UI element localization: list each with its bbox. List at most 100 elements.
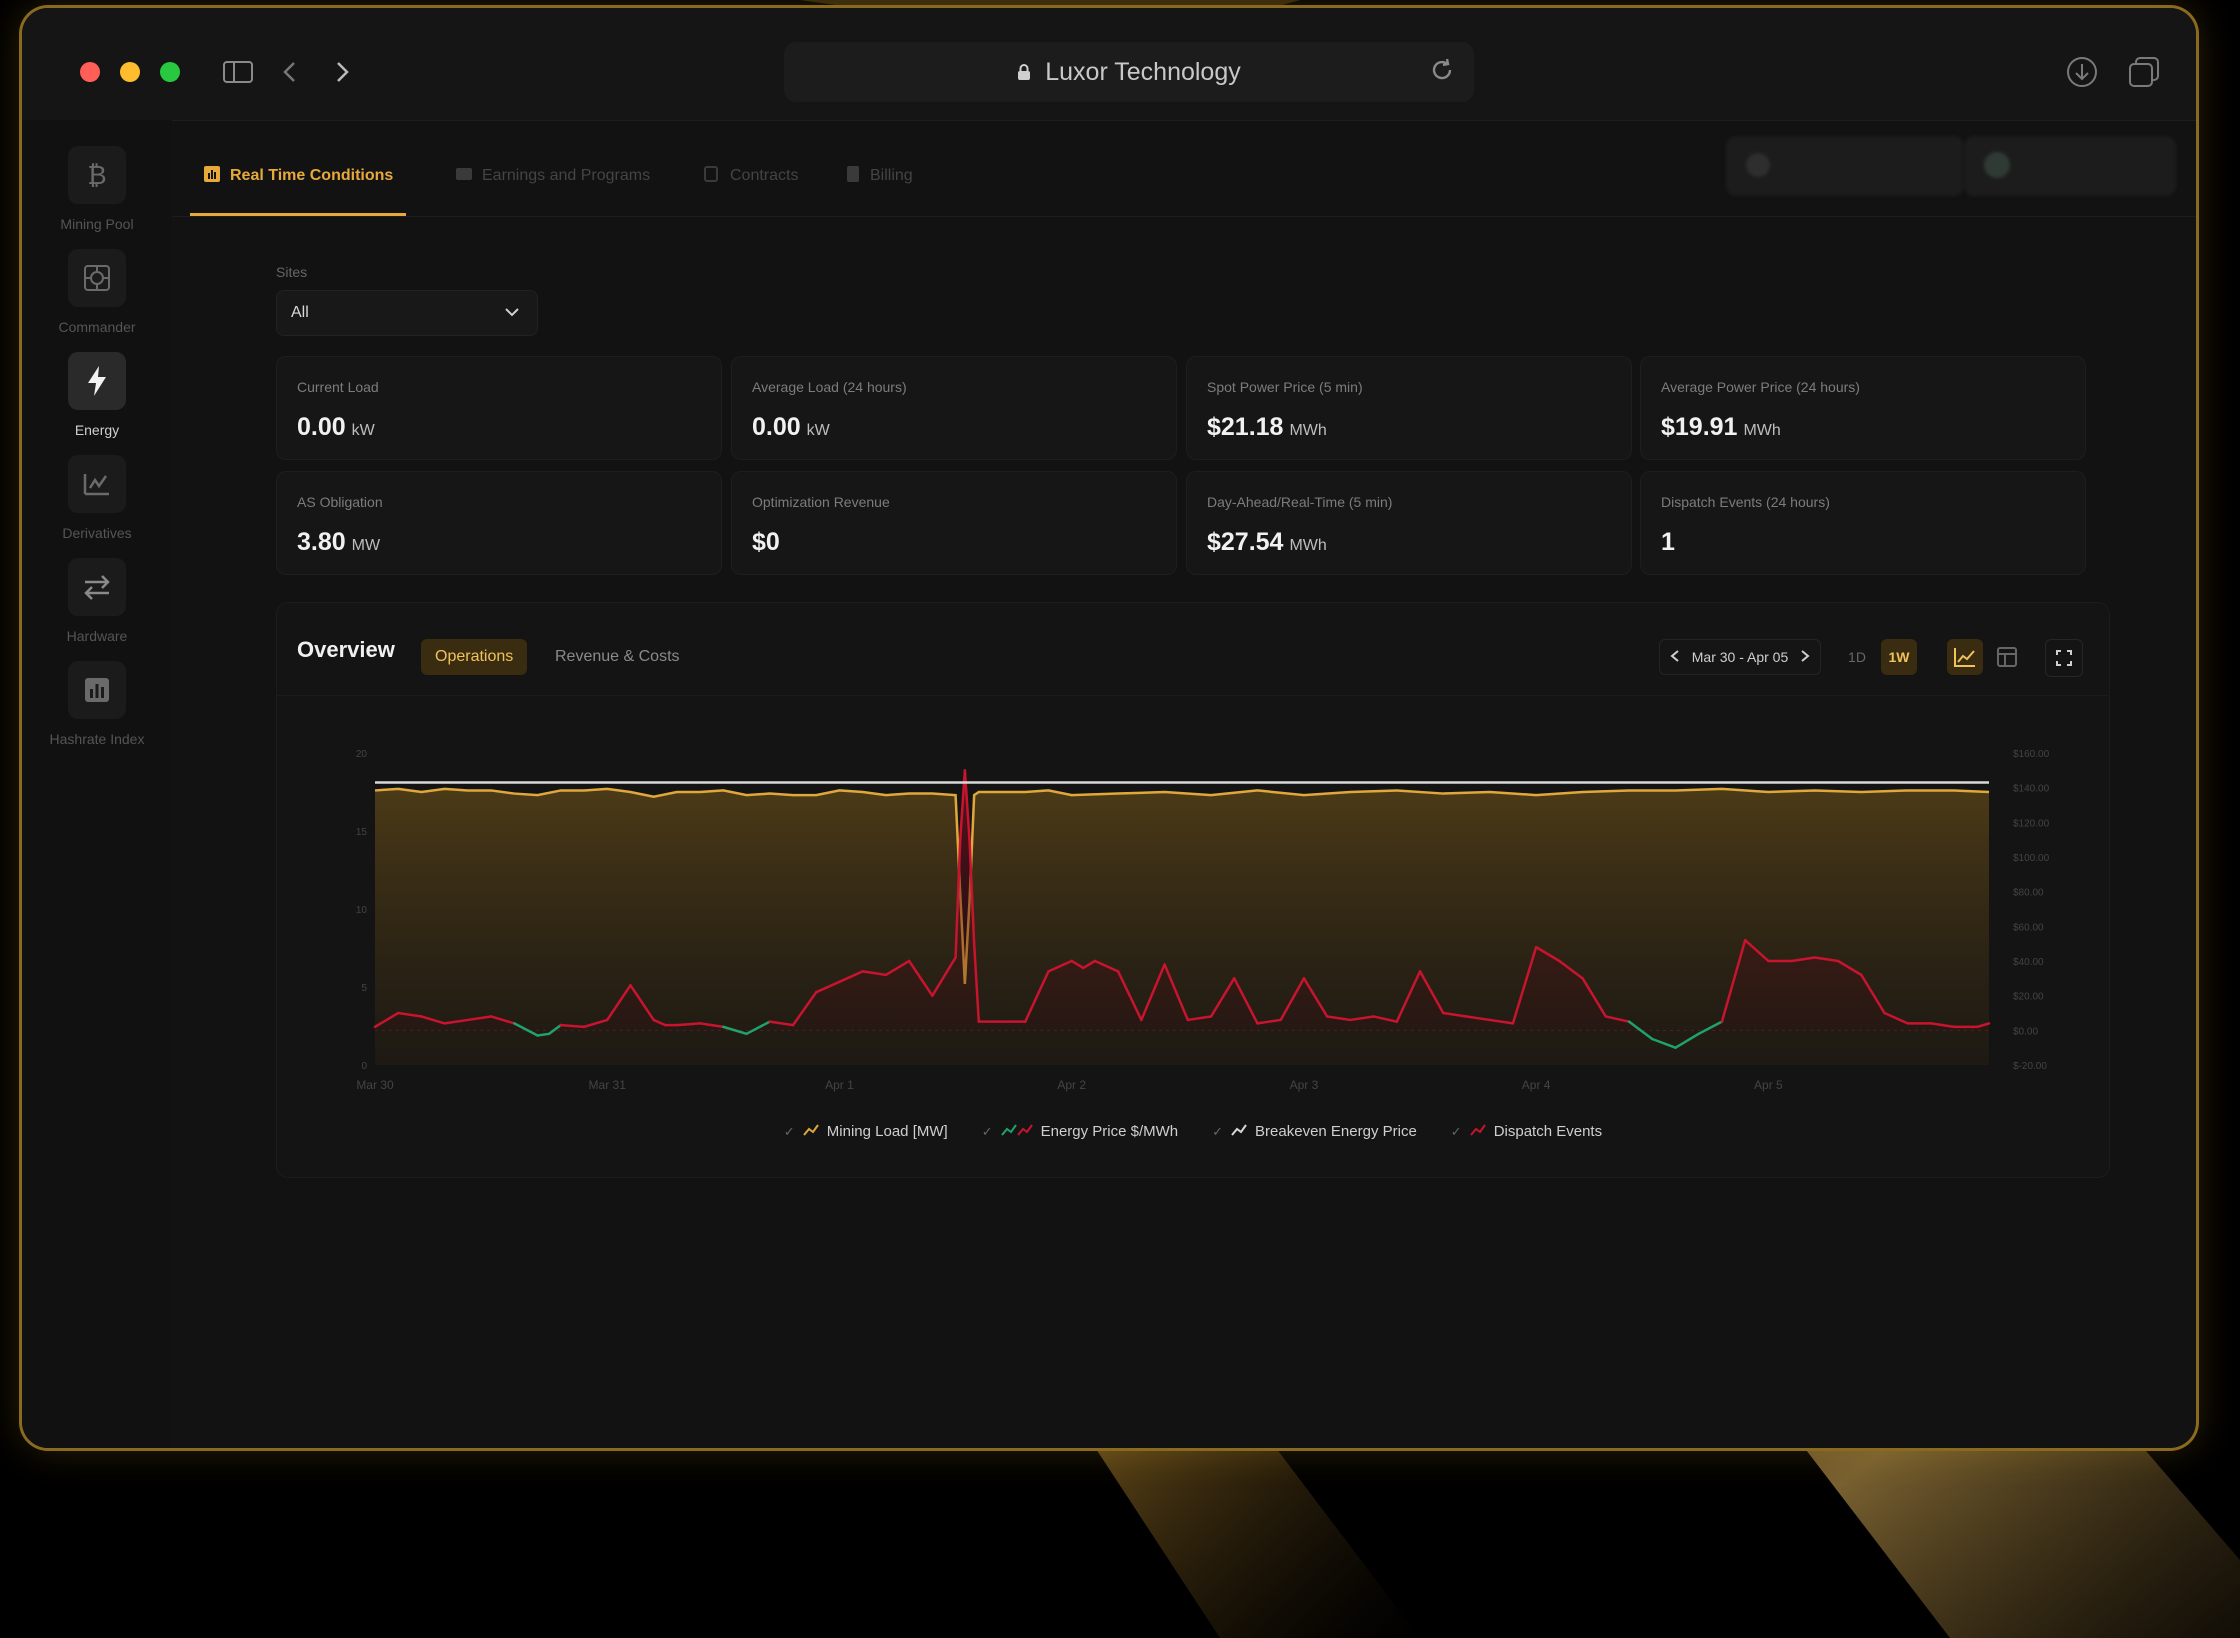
sidebar-item-hardware[interactable]: Hardware — [22, 558, 172, 644]
account-pill-blurred[interactable] — [1726, 136, 1964, 196]
y-right-tick-label: $140.00 — [2013, 784, 2050, 795]
tab-label: Earnings and Programs — [482, 167, 651, 184]
date-range-picker[interactable]: Mar 30 - Apr 05 — [1659, 639, 1821, 675]
x-axis: Mar 30 Mar 31 Apr 1 Apr 2 Apr 3 Apr 4 Apr 5 — [356, 1078, 1783, 1092]
metric-card-average-load: Average Load (24 hours) 0.00 kW — [731, 356, 1177, 460]
y-left-tick-label: 10 — [356, 905, 368, 916]
card-value: $0 — [752, 528, 780, 556]
table-view-icon[interactable] — [1989, 639, 2025, 675]
y-axis-right: $-20.00 $0.00 $20.00 $40.00 $60.00 $80.00 $100… — [2013, 749, 2050, 1072]
chart-series — [373, 769, 1991, 1065]
derivatives-chart-icon — [68, 455, 126, 513]
legend-label: Dispatch Events — [1493, 1123, 1603, 1140]
sidebar-item-hashrate-index[interactable]: Hashrate Index — [22, 661, 172, 747]
tab-billing[interactable]: Billing — [846, 138, 913, 214]
card-label: Average Power Price (24 hours) — [1661, 379, 1860, 395]
date-range-label: Mar 30 - Apr 05 — [1691, 649, 1789, 665]
card-label: Dispatch Events (24 hours) — [1661, 494, 1830, 510]
card-label: Current Load — [297, 379, 379, 395]
metric-card-spot-power-price: Spot Power Price (5 min) $21.18 MWh — [1186, 356, 1632, 460]
card-label: Average Load (24 hours) — [752, 379, 907, 395]
trend-icon — [1231, 1123, 1247, 1140]
segment-revenue-costs[interactable]: Revenue & Costs — [541, 639, 694, 675]
x-tick-label: Apr 2 — [1057, 1078, 1086, 1092]
chart-legend: ✓ Mining Load [MW] ✓ Energy Price $/MWh … — [277, 1123, 2109, 1140]
y-right-tick-label: $40.00 — [2013, 957, 2044, 968]
line-chart-view-icon[interactable] — [1947, 639, 1983, 675]
sidebar-item-label: Hashrate Index — [49, 731, 145, 747]
tab-earnings-and-programs[interactable]: Earnings and Programs — [456, 138, 650, 214]
legend-label: Mining Load [MW] — [826, 1123, 948, 1140]
reload-icon[interactable] — [1428, 56, 1456, 91]
overview-title: Overview — [297, 637, 395, 662]
tab-real-time-conditions[interactable]: Real Time Conditions — [204, 138, 393, 214]
sidebar-toggle-icon[interactable] — [218, 52, 258, 92]
back-arrow-icon[interactable] — [270, 52, 310, 92]
y-right-tick-label: $120.00 — [2013, 818, 2050, 829]
legend-item-energy-price[interactable]: ✓ Energy Price $/MWh — [982, 1123, 1178, 1140]
tabs-divider — [172, 216, 2196, 217]
sites-select[interactable]: All — [276, 290, 538, 336]
y-left-tick-label: 15 — [356, 827, 368, 838]
y-right-tick-label: $-20.00 — [2013, 1061, 2047, 1072]
card-label: Day-Ahead/Real-Time (5 min) — [1207, 494, 1393, 510]
card-value: 1 — [1661, 528, 1675, 556]
sidebar-item-mining-pool[interactable]: ₿ Mining Pool — [22, 146, 172, 232]
tabs-overview-icon[interactable] — [2124, 52, 2164, 92]
sidebar-item-label: Energy — [74, 422, 120, 438]
legend-item-breakeven-energy-price[interactable]: ✓ Breakeven Energy Price — [1212, 1123, 1417, 1140]
y-right-tick-label: $0.00 — [2013, 1026, 2038, 1037]
receipt-icon — [846, 165, 860, 187]
profile-pill-blurred[interactable] — [1964, 136, 2176, 196]
swap-arrows-icon — [68, 558, 126, 616]
sidebar-item-label: Mining Pool — [60, 216, 134, 232]
energy-price-segment — [559, 1023, 586, 1029]
sidebar-item-commander[interactable]: Commander — [22, 249, 172, 335]
trend-icon — [803, 1123, 819, 1140]
url-title: Luxor Technology — [1045, 57, 1241, 86]
tab-label: Real Time Conditions — [230, 167, 394, 184]
overview-chart: 05101520 $-20.00$0.00$20.00$40.00$60.00$… — [356, 749, 2050, 1092]
trend-icon — [1469, 1123, 1486, 1140]
card-label: AS Obligation — [297, 494, 383, 510]
maximize-window-button[interactable] — [160, 62, 180, 82]
x-tick-label: Apr 3 — [1290, 1078, 1319, 1092]
sidebar-item-derivatives[interactable]: Derivatives — [22, 455, 172, 541]
trend-icon — [1000, 1123, 1033, 1140]
close-window-button[interactable] — [80, 62, 100, 82]
metric-card-optimization-revenue: Optimization Revenue $0 — [731, 471, 1177, 575]
wallet-icon — [456, 166, 472, 187]
energy-price-segment — [675, 1022, 702, 1027]
legend-item-mining-load[interactable]: ✓ Mining Load [MW] — [784, 1123, 948, 1140]
forward-arrow-icon[interactable] — [322, 52, 362, 92]
card-label: Spot Power Price (5 min) — [1207, 379, 1363, 395]
card-value: 0.00 kW — [297, 413, 375, 441]
minimize-window-button[interactable] — [120, 62, 140, 82]
metric-card-current-load: Current Load 0.00 kW — [276, 356, 722, 460]
metric-card-average-power-price: Average Power Price (24 hours) $19.91 MWh — [1640, 356, 2086, 460]
address-bar[interactable]: Luxor Technology — [784, 42, 1474, 102]
card-value: 0.00 kW — [752, 413, 830, 441]
y-right-tick-label: $60.00 — [2013, 922, 2044, 933]
period-1w-button[interactable]: 1W — [1881, 639, 1917, 675]
card-value: $21.18 MWh — [1207, 413, 1327, 441]
overview-header: Overview Operations Revenue & Costs Mar … — [277, 603, 2109, 696]
tab-contracts[interactable]: Contracts — [704, 138, 798, 214]
profile-avatar-icon — [1982, 150, 2012, 183]
x-tick-label: Apr 1 — [825, 1078, 854, 1092]
fullscreen-icon[interactable] — [2045, 639, 2083, 677]
contract-icon — [704, 165, 720, 187]
sidebar-item-energy[interactable]: Energy — [22, 352, 172, 438]
y-right-tick-label: $80.00 — [2013, 888, 2044, 899]
sidebar-item-label: Commander — [58, 319, 136, 335]
download-icon[interactable] — [2062, 52, 2102, 92]
y-right-tick-label: $160.00 — [2013, 749, 2050, 760]
segment-operations[interactable]: Operations — [421, 639, 528, 675]
chevron-right-icon[interactable] — [1800, 649, 1810, 666]
x-tick-label: Mar 30 — [356, 1078, 394, 1092]
period-1d-button[interactable]: 1D — [1839, 639, 1875, 675]
chevron-left-icon[interactable] — [1670, 649, 1680, 666]
legend-item-dispatch-events[interactable]: ✓ Dispatch Events — [1451, 1123, 1602, 1140]
overview-panel: Overview Operations Revenue & Costs Mar … — [276, 602, 2110, 1178]
bitcoin-icon: ₿ — [68, 146, 126, 204]
